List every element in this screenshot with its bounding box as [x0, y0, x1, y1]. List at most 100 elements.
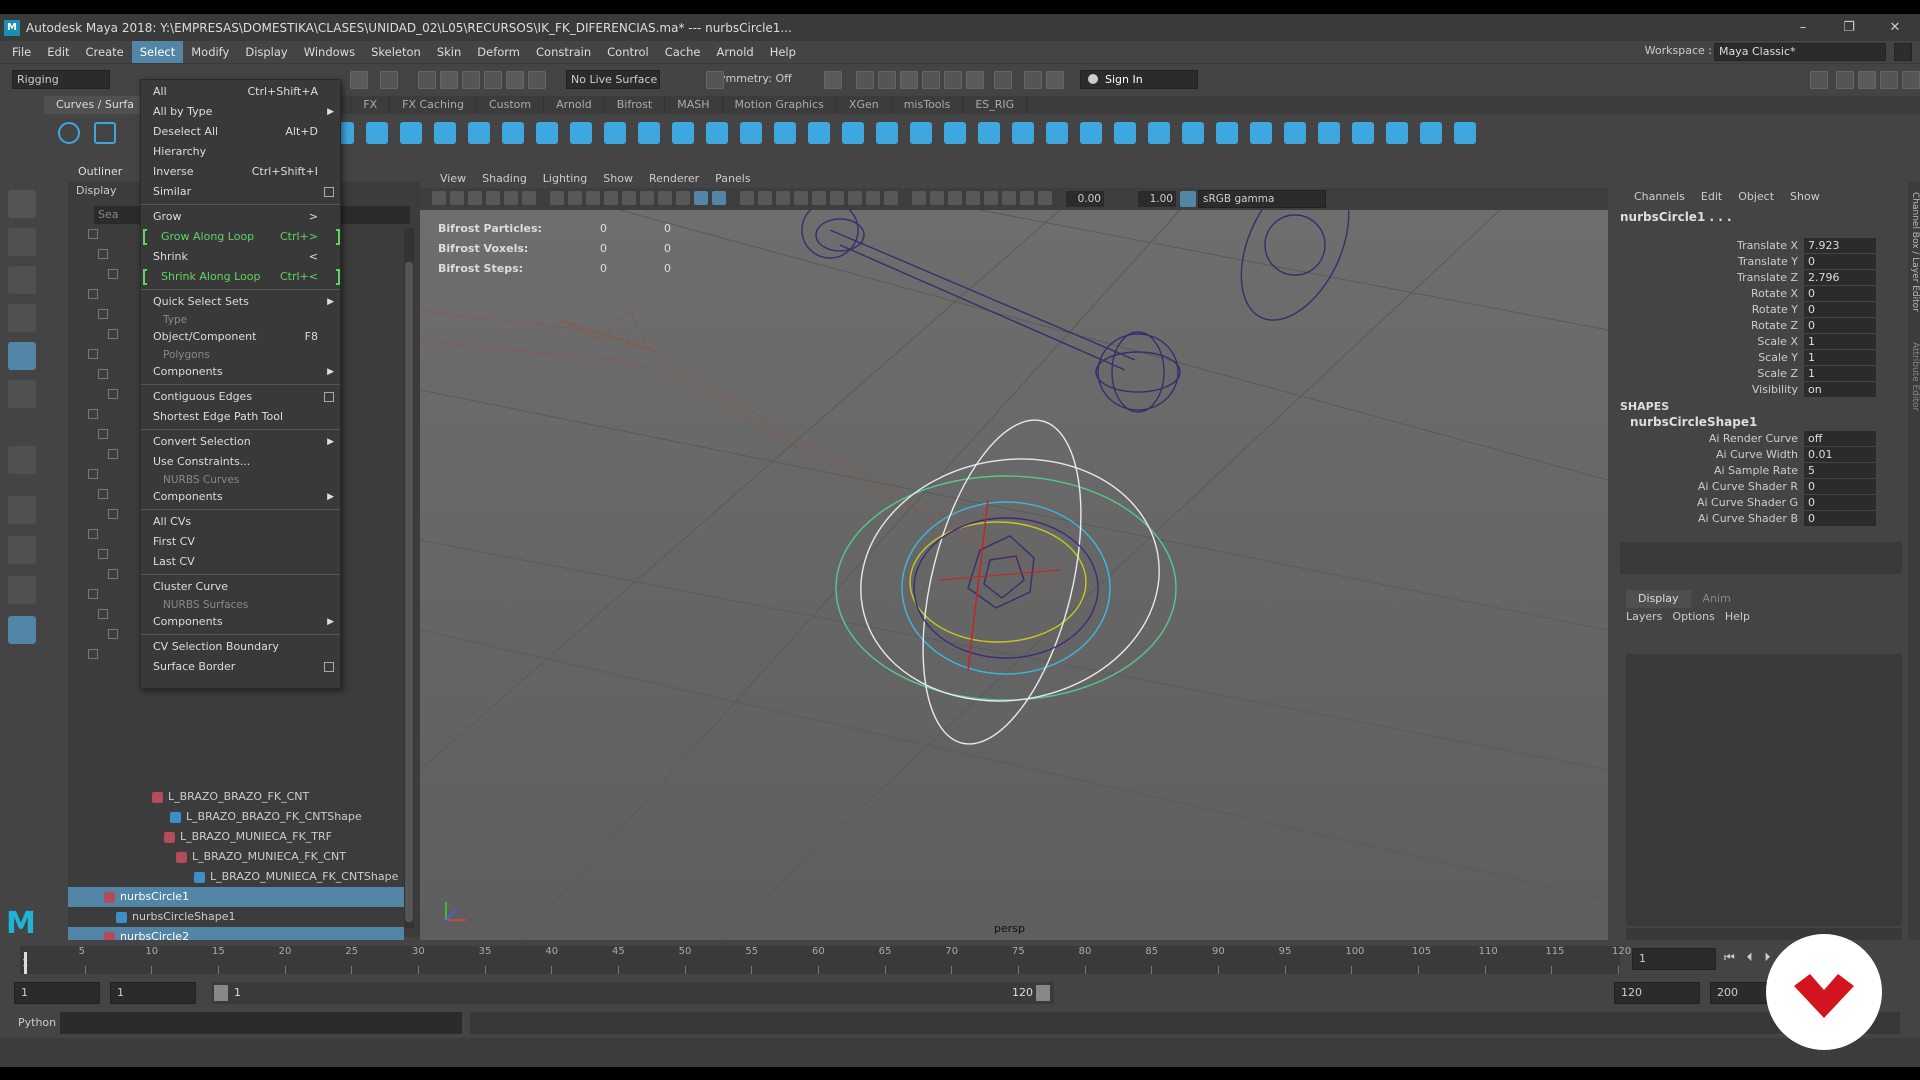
shelf-tool-icon[interactable]: [58, 122, 80, 144]
status-tool-icon[interactable]: [994, 71, 1012, 89]
channel-row[interactable]: Scale X 1: [1614, 334, 1908, 350]
select-tool-icon[interactable]: [8, 190, 36, 218]
minimize-button[interactable]: –: [1780, 14, 1826, 41]
outliner-tree-node[interactable]: [108, 269, 118, 279]
menu-item[interactable]: Deselect All Alt+D: [141, 122, 340, 142]
shelf-tool-icon[interactable]: [672, 122, 694, 144]
outliner-tree-node[interactable]: [88, 469, 98, 479]
status-tool-icon[interactable]: [1024, 71, 1042, 89]
viewport-tool-icon[interactable]: [966, 191, 980, 205]
viewport-tool-icon[interactable]: [758, 191, 772, 205]
shelf-tool-icon[interactable]: [1250, 122, 1272, 144]
channel-menu-show[interactable]: Show: [1782, 190, 1828, 203]
shelf-tab[interactable]: MASH: [665, 96, 723, 114]
shelf-tool-icon[interactable]: [502, 122, 524, 144]
shelf-tool-icon[interactable]: [774, 122, 796, 144]
channel-row[interactable]: Rotate X 0: [1614, 286, 1908, 302]
workspace-select[interactable]: Maya Classic*: [1714, 43, 1886, 61]
menu-item[interactable]: Convert Selection ▶: [141, 432, 340, 452]
start-time-field[interactable]: 1: [14, 982, 100, 1004]
viewport-tool-icon[interactable]: [486, 191, 500, 205]
status-tool-icon[interactable]: [944, 71, 962, 89]
channel-value-field[interactable]: 2.796: [1804, 270, 1876, 285]
menu-skin[interactable]: Skin: [429, 41, 469, 63]
viewport-tool-icon[interactable]: [912, 191, 926, 205]
status-tool-icon[interactable]: [1810, 71, 1828, 89]
viewport-tool-icon[interactable]: [930, 191, 944, 205]
shelf-tab[interactable]: Custom: [477, 96, 545, 114]
shelf-tab[interactable]: ES_RIG: [963, 96, 1028, 114]
viewport-tool-icon[interactable]: [712, 191, 726, 205]
viewport-tool-icon[interactable]: [522, 191, 536, 205]
shelf-tab[interactable]: FX Caching: [390, 96, 477, 114]
outliner-tree-node[interactable]: [98, 609, 108, 619]
live-surface-field[interactable]: No Live Surface: [566, 70, 660, 89]
viewport-tool-icon[interactable]: [468, 191, 482, 205]
shelf-tool-icon[interactable]: [842, 122, 864, 144]
paint-select-icon[interactable]: [8, 266, 36, 294]
channel-menu-channels[interactable]: Channels: [1626, 190, 1693, 203]
outliner-display-menu[interactable]: Display: [76, 184, 117, 197]
menu-display[interactable]: Display: [237, 41, 295, 63]
lock-icon[interactable]: [1894, 43, 1912, 61]
outliner-tree-node[interactable]: [98, 429, 108, 439]
channel-value-field[interactable]: 0: [1804, 479, 1876, 494]
outliner-tree-node[interactable]: [108, 389, 118, 399]
restore-button[interactable]: ❐: [1826, 14, 1872, 41]
menu-deform[interactable]: Deform: [469, 41, 528, 63]
viewport-menu-show[interactable]: Show: [595, 172, 641, 185]
shelf-tool-icon[interactable]: [1386, 122, 1408, 144]
shelf-tool-icon[interactable]: [978, 122, 1000, 144]
outliner-item[interactable]: L_BRAZO_MUNIECA_FK_CNTShape: [68, 867, 404, 887]
channel-row[interactable]: Translate Y 0: [1614, 254, 1908, 270]
channel-value-field[interactable]: 5: [1804, 463, 1876, 478]
menu-item[interactable]: Use Constraints...: [141, 452, 340, 472]
current-frame-field[interactable]: 1: [1632, 948, 1716, 970]
menu-item[interactable]: Surface Border: [141, 657, 340, 677]
shelf-tool-icon[interactable]: [1284, 122, 1306, 144]
option-box-icon[interactable]: [324, 662, 334, 672]
menuset-select[interactable]: Rigging: [12, 70, 110, 89]
viewport-tool-icon[interactable]: [984, 191, 998, 205]
shelf-tool-icon[interactable]: [1046, 122, 1068, 144]
menu-item[interactable]: Components ▶: [141, 362, 340, 382]
menu-select[interactable]: Select: [131, 41, 184, 63]
shelf-tool-icon[interactable]: [740, 122, 762, 144]
menu-constrain[interactable]: Constrain: [528, 41, 599, 63]
option-box-icon[interactable]: [324, 392, 334, 402]
menu-item[interactable]: Quick Select Sets ▶: [141, 292, 340, 312]
shape-channel-row[interactable]: Ai Curve Shader B 0: [1614, 511, 1908, 527]
channel-value-field[interactable]: 0: [1804, 254, 1876, 269]
channel-row[interactable]: Rotate Y 0: [1614, 302, 1908, 318]
shelf-tab[interactable]: Arnold: [544, 96, 605, 114]
shelf-tool-icon[interactable]: [1352, 122, 1374, 144]
outliner-tree-node[interactable]: [88, 409, 98, 419]
viewport-tool-icon[interactable]: [812, 191, 826, 205]
lasso-tool-icon[interactable]: [8, 228, 36, 256]
channel-value-field[interactable]: 1: [1804, 350, 1876, 365]
status-tool-icon[interactable]: [462, 71, 480, 89]
shelf-tool-icon[interactable]: [604, 122, 626, 144]
shelf-tool-icon[interactable]: [1182, 122, 1204, 144]
outliner-item[interactable]: nurbsCircleShape1: [68, 907, 404, 927]
status-tool-icon[interactable]: [350, 71, 368, 89]
menu-edit[interactable]: Edit: [39, 41, 77, 63]
viewport-menu-panels[interactable]: Panels: [707, 172, 758, 185]
shelf-tab[interactable]: misTools: [892, 96, 964, 114]
channel-value-field[interactable]: 7.923: [1804, 238, 1876, 253]
menu-arnold[interactable]: Arnold: [708, 41, 761, 63]
status-tool-icon[interactable]: [706, 71, 724, 89]
menu-item[interactable]: Cluster Curve: [141, 577, 340, 597]
shelf-tab[interactable]: Motion Graphics: [723, 96, 837, 114]
outliner-tree-node[interactable]: [88, 229, 98, 239]
viewport-tool-icon[interactable]: [740, 191, 754, 205]
menu-help[interactable]: Help: [762, 41, 804, 63]
shelf-tool-icon[interactable]: [910, 122, 932, 144]
shape-channel-row[interactable]: Ai Curve Shader G 0: [1614, 495, 1908, 511]
status-tool-icon[interactable]: [528, 71, 546, 89]
status-tool-icon[interactable]: [900, 71, 918, 89]
outliner-tree-node[interactable]: [108, 329, 118, 339]
outliner-item[interactable]: L_BRAZO_BRAZO_FK_CNT: [68, 787, 404, 807]
shelf-tool-icon[interactable]: [638, 122, 660, 144]
shelf-tool-icon[interactable]: [1012, 122, 1034, 144]
